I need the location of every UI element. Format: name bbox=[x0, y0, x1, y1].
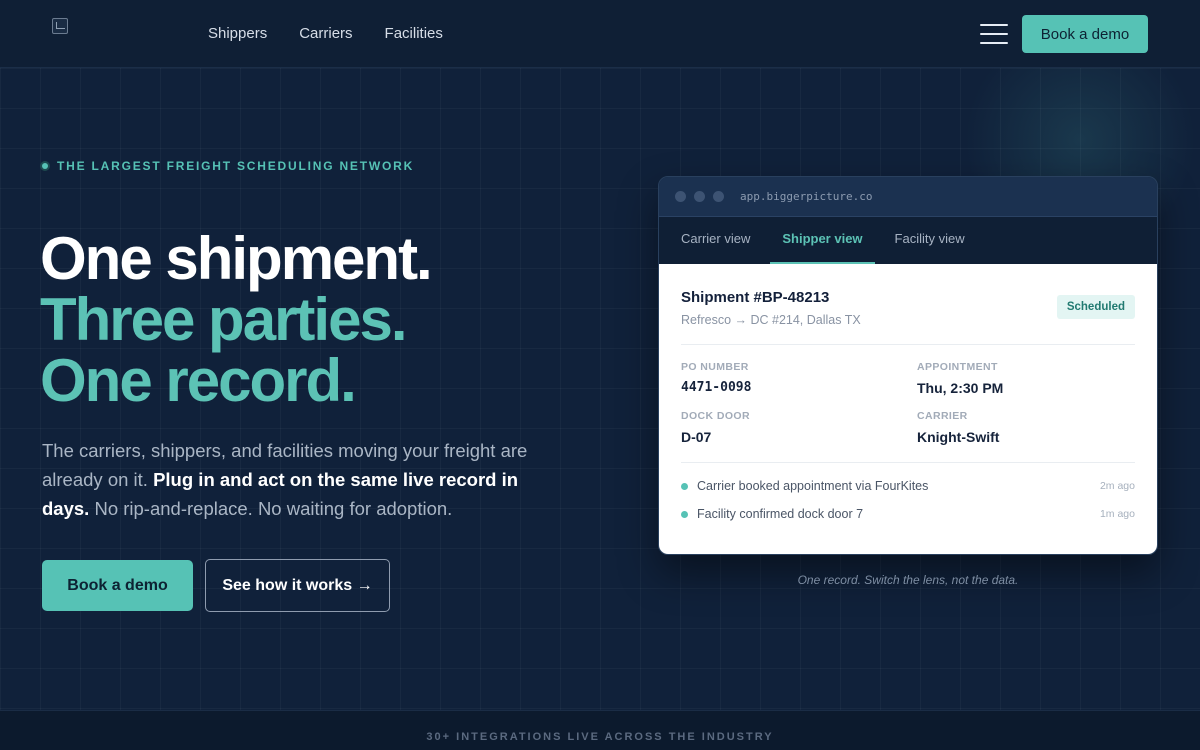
integrations-text: 30+ INTEGRATIONS LIVE ACROSS THE INDUSTR… bbox=[426, 731, 774, 743]
field-carrier: CARRIER Knight-Swift bbox=[917, 410, 1117, 445]
activity-item: Carrier booked appointment via FourKites… bbox=[681, 472, 1135, 500]
menu-icon[interactable] bbox=[980, 24, 1008, 44]
shipment-fields: PO NUMBER 4471-0098 APPOINTMENT Thu, 2:3… bbox=[681, 361, 1135, 445]
field-label: DOCK DOOR bbox=[681, 410, 750, 422]
window-dot-icon bbox=[713, 191, 724, 202]
see-how-it-works-button[interactable]: See how it works → bbox=[205, 559, 390, 612]
tab-shipper-view[interactable]: Shipper view bbox=[770, 217, 875, 264]
nav-link-shippers[interactable]: Shippers bbox=[208, 25, 267, 42]
field-label: APPOINTMENT bbox=[917, 361, 998, 373]
hero-headline: One shipment. Three parties. One record. bbox=[40, 225, 433, 414]
nav-link-facilities[interactable]: Facilities bbox=[385, 25, 443, 42]
headline-line-2: Three parties. bbox=[40, 286, 407, 353]
activity-time: 1m ago bbox=[1099, 508, 1135, 520]
activity-time: 2m ago bbox=[1099, 480, 1135, 492]
header-book-demo-button[interactable]: Book a demo bbox=[1022, 15, 1148, 53]
shipment-card: Shipment #BP-48213 Refresco → DC #214, D… bbox=[659, 264, 1157, 554]
tab-facility-view[interactable]: Facility view bbox=[883, 217, 977, 264]
tab-carrier-view[interactable]: Carrier view bbox=[669, 217, 762, 264]
divider bbox=[681, 344, 1135, 345]
activity-text: Carrier booked appointment via FourKites bbox=[697, 479, 929, 493]
field-appointment: APPOINTMENT Thu, 2:30 PM bbox=[917, 361, 1117, 396]
activity-dot-icon bbox=[681, 482, 688, 490]
field-value: Thu, 2:30 PM bbox=[917, 380, 1004, 396]
divider bbox=[681, 462, 1135, 463]
browser-bar: app.biggerpicture.co bbox=[659, 177, 1157, 217]
hero-subtext: The carriers, shippers, and facilities m… bbox=[42, 436, 562, 523]
pulse-dot-icon bbox=[40, 161, 50, 171]
app-caption: One record. Switch the lens, not the dat… bbox=[797, 573, 1019, 587]
subtext-outro: No rip-and-replace. No waiting for adopt… bbox=[89, 498, 453, 519]
browser-url: app.biggerpicture.co bbox=[740, 190, 873, 203]
site-header: Shippers Carriers Facilities Book a demo bbox=[0, 0, 1200, 68]
window-dot-icon bbox=[675, 191, 686, 202]
field-value: D-07 bbox=[681, 429, 712, 445]
nav-link-carriers[interactable]: Carriers bbox=[299, 25, 352, 42]
book-demo-button[interactable]: Book a demo bbox=[42, 560, 193, 611]
field-po-number: PO NUMBER 4471-0098 bbox=[681, 361, 917, 396]
window-dot-icon bbox=[694, 191, 705, 202]
integrations-strip: 30+ INTEGRATIONS LIVE ACROSS THE INDUSTR… bbox=[0, 710, 1200, 750]
field-label: PO NUMBER bbox=[681, 361, 749, 373]
eyebrow: THE LARGEST FREIGHT SCHEDULING NETWORK bbox=[40, 159, 414, 173]
headline-line-3: One record. bbox=[40, 347, 357, 414]
activity-text: Facility confirmed dock door 7 bbox=[697, 507, 864, 521]
activity-dot-icon bbox=[681, 510, 688, 518]
field-value: Knight-Swift bbox=[917, 429, 1000, 445]
app-preview-window: app.biggerpicture.co Carrier view Shippe… bbox=[658, 176, 1158, 555]
field-label: CARRIER bbox=[917, 410, 968, 422]
field-value: 4471-0098 bbox=[681, 380, 752, 395]
view-tabs: Carrier view Shipper view Facility view bbox=[659, 217, 1157, 264]
activity-feed: Carrier booked appointment via FourKites… bbox=[681, 472, 1135, 528]
status-badge: Scheduled bbox=[1056, 295, 1135, 319]
headline-line-1: One shipment. bbox=[40, 225, 433, 292]
field-dock-door: DOCK DOOR D-07 bbox=[681, 410, 917, 445]
logo-image-icon[interactable] bbox=[52, 18, 68, 34]
eyebrow-text: THE LARGEST FREIGHT SCHEDULING NETWORK bbox=[57, 159, 415, 173]
activity-item: Facility confirmed dock door 7 1m ago bbox=[681, 500, 1135, 528]
main-nav: Shippers Carriers Facilities bbox=[208, 25, 443, 42]
